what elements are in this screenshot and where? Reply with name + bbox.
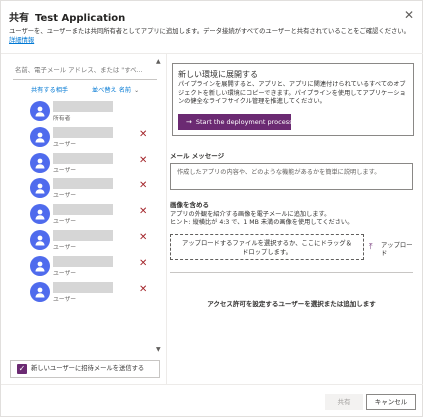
user-role: ユーザー bbox=[53, 141, 77, 148]
share-dialog: 共有 Test Application ✕ ユーザーを、ユーザーまたは共同所有者と… bbox=[0, 0, 423, 417]
column-shared-with[interactable]: 共有する相手 bbox=[31, 85, 68, 94]
user-name-redacted bbox=[53, 255, 113, 267]
close-icon[interactable]: ✕ bbox=[402, 8, 416, 22]
person-icon bbox=[30, 126, 50, 147]
remove-user-icon[interactable]: ✕ bbox=[139, 207, 149, 217]
cancel-button[interactable]: キャンセル bbox=[366, 394, 416, 410]
remove-user-icon[interactable]: ✕ bbox=[139, 258, 149, 269]
dialog-title-label: 共有 bbox=[9, 13, 29, 24]
send-invite-checkbox[interactable]: ✓ bbox=[17, 364, 27, 374]
person-icon bbox=[30, 281, 50, 302]
user-role: ユーザー bbox=[53, 219, 77, 226]
description-text: ユーザーを、ユーザーまたは共同所有者としてアプリに追加します。データ接続がすべて… bbox=[9, 28, 410, 35]
user-row[interactable]: ユーザー ✕ bbox=[30, 178, 152, 200]
deploy-card: 新しい環境に展開する パイプラインを展開すると、アプリと、アプリに関連付けられて… bbox=[172, 63, 414, 136]
deploy-description: パイプラインを展開すると、アプリと、アプリに関連付けられているすべてのオブジェク… bbox=[178, 81, 406, 105]
include-image-label: 画像を含める bbox=[170, 201, 209, 209]
send-invite-option[interactable]: ✓ 新しいユーザーに招待メールを送信する bbox=[10, 360, 160, 378]
image-drop-zone[interactable]: アップロードするファイルを選択するか、ここにドラッグ＆ドロップします。 bbox=[170, 234, 364, 260]
drop-zone-text: アップロードするファイルを選択するか、ここにドラッグ＆ドロップします。 bbox=[182, 240, 352, 256]
user-role: ユーザー bbox=[53, 270, 77, 277]
remove-user-icon[interactable]: ✕ bbox=[139, 233, 149, 243]
sort-label: 並べ替え 名前 bbox=[92, 87, 132, 94]
learn-more-link[interactable]: 詳細情報 bbox=[9, 37, 34, 44]
chevron-down-icon: ⌄ bbox=[134, 87, 140, 94]
deploy-title: 新しい環境に展開する bbox=[178, 70, 258, 79]
user-name-redacted bbox=[53, 178, 113, 190]
person-icon bbox=[30, 178, 50, 199]
share-button[interactable]: 共有 bbox=[325, 394, 363, 410]
user-search-input[interactable] bbox=[15, 66, 155, 74]
remove-user-icon[interactable]: ✕ bbox=[139, 129, 149, 140]
arrow-right-icon: → bbox=[186, 118, 192, 126]
upload-icon: ⤒ bbox=[369, 242, 373, 251]
user-row[interactable]: ユーザー ✕ bbox=[30, 126, 152, 149]
upload-label: アップロード bbox=[381, 242, 413, 257]
user-name-redacted bbox=[53, 126, 113, 138]
person-icon bbox=[30, 101, 50, 121]
user-name-redacted bbox=[53, 101, 113, 112]
remove-user-icon[interactable]: ✕ bbox=[139, 284, 149, 295]
dialog-description: ユーザーを、ユーザーまたは共同所有者としてアプリに追加します。データ接続がすべて… bbox=[9, 27, 414, 45]
user-role: ユーザー bbox=[53, 245, 77, 251]
person-icon bbox=[30, 255, 50, 276]
email-message-placeholder: 作成したアプリの内容や、どのような機能があるかを簡単に説明します。 bbox=[177, 169, 381, 176]
user-name-redacted bbox=[53, 281, 113, 293]
user-row[interactable]: ユーザー ✕ bbox=[30, 281, 152, 304]
start-deployment-button[interactable]: → Start the deployment process bbox=[178, 114, 293, 130]
user-name-redacted bbox=[53, 204, 113, 216]
include-image-tip: ヒント: 縦横比が 4:3 で、1 MB 未満の画像を使用してください。 bbox=[170, 219, 354, 226]
footer-divider bbox=[1, 384, 423, 385]
section-divider bbox=[170, 272, 413, 273]
user-name-redacted bbox=[53, 230, 113, 241]
dialog-title: 共有 Test Application bbox=[9, 9, 125, 24]
user-name-redacted bbox=[53, 152, 113, 164]
user-row[interactable]: ユーザー ✕ bbox=[30, 230, 152, 252]
user-role: ユーザー bbox=[53, 167, 77, 174]
permissions-empty-state: アクセス許可を設定するユーザーを選択または追加します bbox=[207, 300, 376, 308]
sort-by-name[interactable]: 並べ替え 名前 ⌄ bbox=[92, 85, 139, 94]
user-row[interactable]: ユーザー ✕ bbox=[30, 152, 152, 175]
user-row[interactable]: ユーザー ✕ bbox=[30, 204, 152, 226]
search-underline bbox=[13, 79, 157, 80]
scroll-up-icon[interactable]: ▲ bbox=[156, 58, 161, 65]
person-icon bbox=[30, 204, 50, 225]
send-invite-label: 新しいユーザーに招待メールを送信する bbox=[31, 365, 145, 372]
email-message-input[interactable]: 作成したアプリの内容や、どのような機能があるかを簡単に説明します。 bbox=[170, 163, 413, 190]
user-row[interactable]: ユーザー ✕ bbox=[30, 255, 152, 278]
user-list-pane: ▲ ▼ 共有する相手 並べ替え 名前⌄ 所有者ユーザー✕ユーザー✕ユーザー✕ユー… bbox=[1, 54, 167, 384]
remove-user-icon[interactable]: ✕ bbox=[139, 155, 149, 166]
remove-user-icon[interactable]: ✕ bbox=[139, 181, 149, 191]
user-role: ユーザー bbox=[53, 296, 77, 303]
scroll-down-icon[interactable]: ▼ bbox=[156, 346, 161, 353]
app-name: Test Application bbox=[35, 13, 126, 24]
email-message-label: メール メッセージ bbox=[170, 152, 225, 160]
person-icon bbox=[30, 152, 50, 173]
user-role: 所有者 bbox=[53, 116, 71, 122]
person-icon bbox=[30, 230, 50, 250]
user-row[interactable]: 所有者 bbox=[30, 101, 152, 123]
user-role: ユーザー bbox=[53, 193, 77, 200]
start-deployment-label: Start the deployment process bbox=[195, 118, 293, 126]
